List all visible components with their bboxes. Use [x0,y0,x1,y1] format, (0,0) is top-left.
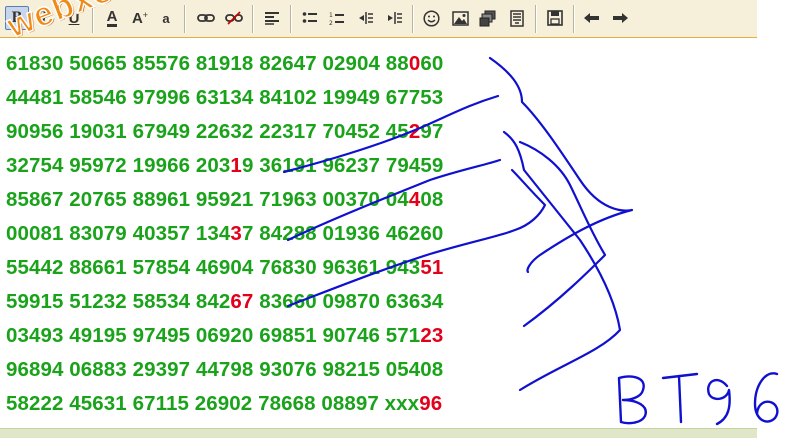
editor-statusbar [0,428,757,438]
handwritten-signature [617,372,779,426]
